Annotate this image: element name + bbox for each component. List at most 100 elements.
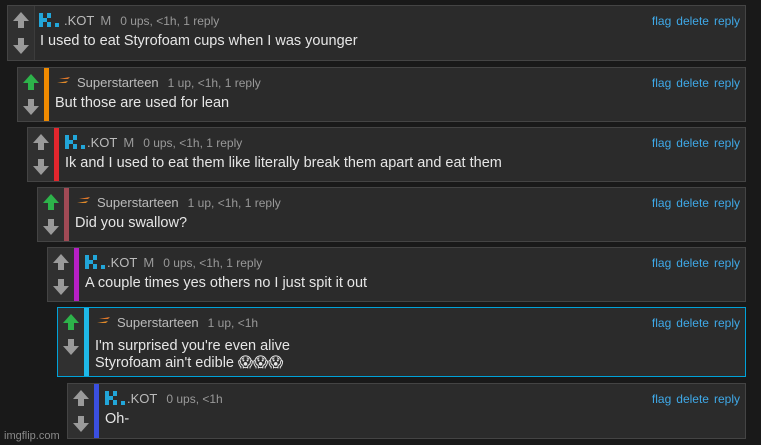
comment-actions: flag delete reply (647, 196, 740, 210)
reply-link[interactable]: reply (714, 256, 740, 270)
comment-meta: 0 ups, <1h (166, 392, 223, 406)
kot-avatar-icon[interactable] (103, 389, 127, 408)
vote-column (38, 188, 65, 241)
comment-actions: flag delete reply (647, 392, 740, 406)
comment-text-line: Styrofoam ain't edible 😱😱😱 (95, 355, 284, 371)
comment-meta: 1 up, <1h, 1 reply (187, 196, 281, 210)
upvote-arrow-icon[interactable] (11, 10, 31, 30)
delete-link[interactable]: delete (676, 76, 709, 90)
comment-text-line: I'm surprised you're even alive (95, 338, 290, 354)
upvote-arrow-icon[interactable] (31, 132, 51, 152)
downvote-arrow-icon[interactable] (51, 277, 71, 297)
delete-link[interactable]: delete (676, 136, 709, 150)
upvote-arrow-icon[interactable] (41, 192, 61, 212)
comment-meta: 0 ups, <1h, 1 reply (163, 256, 263, 270)
comment-6: Superstarteen 1 up, <1h flag delete reply I… (57, 307, 746, 377)
thread-depth-bar (54, 128, 59, 181)
username-link[interactable]: .KOT (127, 391, 157, 406)
vote-column (48, 248, 75, 301)
downvote-arrow-icon[interactable] (41, 217, 61, 237)
delete-link[interactable]: delete (676, 256, 709, 270)
comment-1: .KOT M 0 ups, <1h, 1 reply flag delete reply… (7, 5, 746, 61)
comment-text: But those are used for lean (55, 95, 230, 111)
downvote-arrow-icon[interactable] (61, 337, 81, 357)
comment-7: .KOT 0 ups, <1h flag delete reply Oh- (67, 383, 746, 439)
superstarteen-avatar-icon[interactable] (93, 313, 117, 332)
comment-header: Superstarteen 1 up, <1h, 1 reply (77, 75, 261, 90)
flag-link[interactable]: flag (652, 14, 671, 28)
kot-avatar-icon[interactable] (83, 253, 107, 272)
comment-actions: flag delete reply (647, 136, 740, 150)
flag-link[interactable]: flag (652, 196, 671, 210)
downvote-arrow-icon[interactable] (11, 36, 31, 56)
flag-link[interactable]: flag (652, 316, 671, 330)
upvote-arrow-icon[interactable] (71, 388, 91, 408)
comment-meta: 0 ups, <1h, 1 reply (120, 14, 220, 28)
user-tag: M (123, 135, 135, 150)
superstarteen-avatar-icon[interactable] (73, 193, 97, 212)
comment-4: Superstarteen 1 up, <1h, 1 reply flag dele… (37, 187, 746, 242)
comment-3: .KOT M 0 ups, <1h, 1 reply flag delete reply… (27, 127, 746, 182)
comment-header: .KOT M 0 ups, <1h, 1 reply (64, 13, 219, 28)
comment-meta: 1 up, <1h (207, 316, 259, 330)
flag-link[interactable]: flag (652, 136, 671, 150)
superstarteen-avatar-icon[interactable] (53, 73, 77, 92)
reply-link[interactable]: reply (714, 76, 740, 90)
flag-link[interactable]: flag (652, 392, 671, 406)
vote-column (68, 384, 95, 438)
reply-link[interactable]: reply (714, 392, 740, 406)
comment-text: A couple times yes others no I just spit… (85, 275, 368, 291)
comment-header: Superstarteen 1 up, <1h (117, 315, 258, 330)
comment-meta: 1 up, <1h, 1 reply (167, 76, 261, 90)
comment-text: Ik and I used to eat them like literally… (65, 155, 502, 171)
delete-link[interactable]: delete (676, 316, 709, 330)
thread-depth-bar (84, 308, 89, 376)
comment-text: Did you swallow? (75, 215, 188, 231)
comment-header: .KOT M 0 ups, <1h, 1 reply (87, 135, 242, 150)
user-tag: M (143, 255, 155, 270)
downvote-arrow-icon[interactable] (31, 157, 51, 177)
vote-column (28, 128, 55, 181)
upvote-arrow-icon[interactable] (51, 252, 71, 272)
upvote-arrow-icon[interactable] (61, 312, 81, 332)
thread-depth-bar (74, 248, 79, 301)
username-link[interactable]: Superstarteen (97, 195, 179, 210)
user-tag: M (100, 13, 112, 28)
comment-2: Superstarteen 1 up, <1h, 1 reply flag dele… (17, 67, 746, 122)
comment-actions: flag delete reply (647, 316, 740, 330)
delete-link[interactable]: delete (676, 14, 709, 28)
thread-depth-bar (64, 188, 69, 241)
upvote-arrow-icon[interactable] (21, 72, 41, 92)
downvote-arrow-icon[interactable] (71, 414, 91, 434)
reply-link[interactable]: reply (714, 14, 740, 28)
comment-header: .KOT M 0 ups, <1h, 1 reply (107, 255, 262, 270)
username-link[interactable]: Superstarteen (77, 75, 159, 90)
comment-actions: flag delete reply (647, 76, 740, 90)
reply-link[interactable]: reply (714, 196, 740, 210)
imgflip-watermark: imgflip.com (4, 430, 60, 442)
comment-text: Oh- (105, 411, 130, 427)
downvote-arrow-icon[interactable] (21, 97, 41, 117)
vote-column (58, 308, 85, 376)
comment-text: I'm surprised you're even alive Styrofoa… (95, 338, 290, 372)
delete-link[interactable]: delete (676, 196, 709, 210)
flag-link[interactable]: flag (652, 76, 671, 90)
vote-column (18, 68, 45, 121)
kot-avatar-icon[interactable] (37, 11, 61, 30)
kot-avatar-icon[interactable] (63, 133, 87, 152)
username-link[interactable]: Superstarteen (117, 315, 199, 330)
comment-header: .KOT 0 ups, <1h (127, 391, 223, 406)
username-link[interactable]: .KOT (107, 255, 137, 270)
delete-link[interactable]: delete (676, 392, 709, 406)
comment-text: I used to eat Styrofoam cups when I was … (40, 33, 358, 49)
reply-link[interactable]: reply (714, 316, 740, 330)
comment-actions: flag delete reply (647, 14, 740, 28)
username-link[interactable]: .KOT (64, 13, 94, 28)
thread-depth-bar (44, 68, 49, 121)
comment-5: .KOT M 0 ups, <1h, 1 reply flag delete reply… (47, 247, 746, 302)
flag-link[interactable]: flag (652, 256, 671, 270)
reply-link[interactable]: reply (714, 136, 740, 150)
username-link[interactable]: .KOT (87, 135, 117, 150)
thread-depth-bar (94, 384, 99, 438)
vote-column (8, 6, 35, 60)
